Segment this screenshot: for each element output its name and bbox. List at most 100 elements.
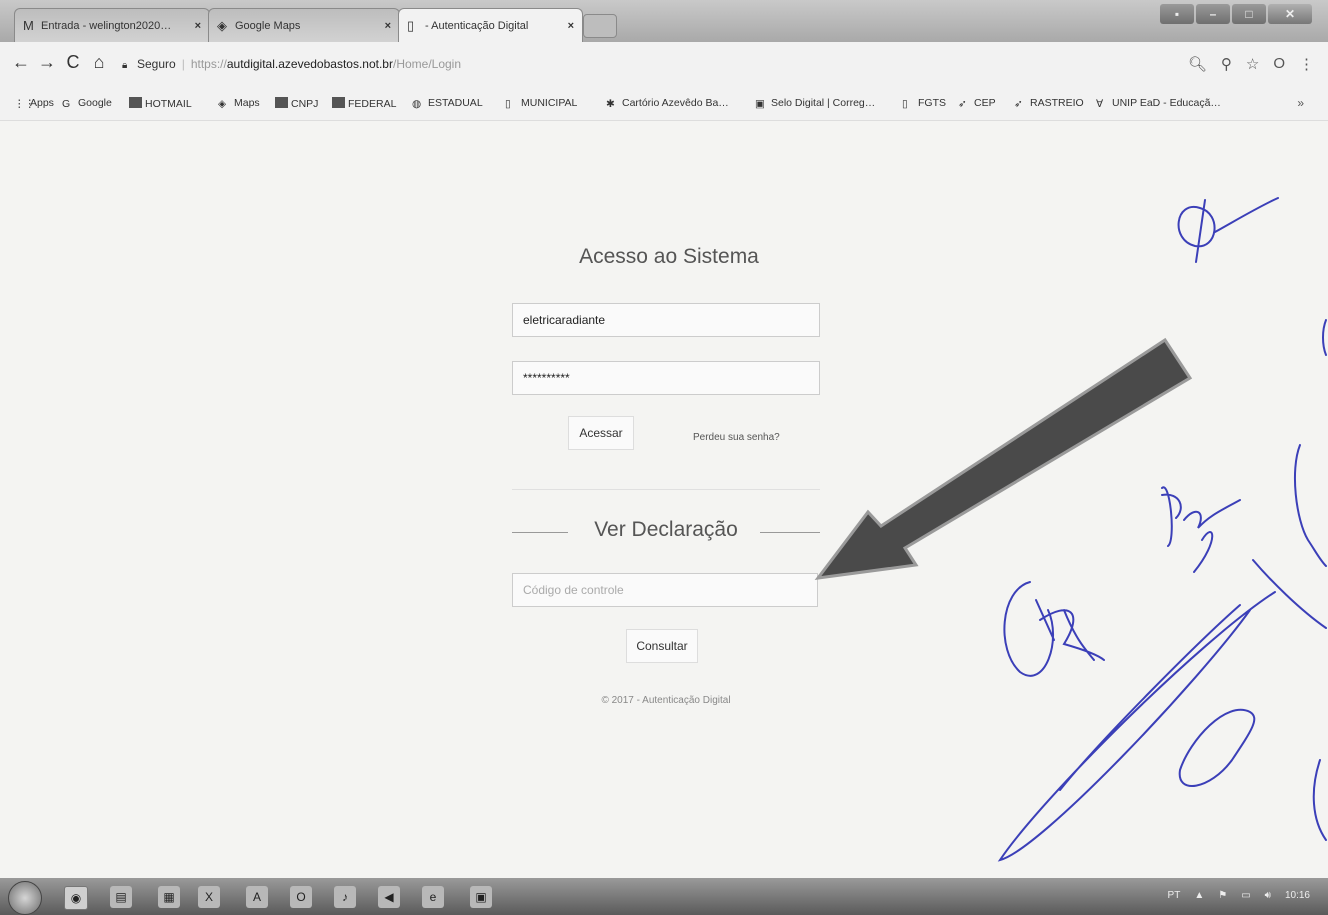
bookmark-label: Google: [78, 97, 112, 109]
home-icon[interactable]: ⌂: [88, 52, 110, 73]
page-icon: ▯: [407, 18, 415, 33]
signature-mark-5: [1178, 708, 1256, 787]
bookmarks-bar: ⋮⋮Apps G Google HOTMAIL ◈ Maps CNPJ FEDERA…: [0, 88, 1328, 121]
bookmark-cartorio[interactable]: ✱ Cartório Azevêdo Ba…: [606, 97, 729, 110]
calculator-icon[interactable]: ▦: [158, 886, 180, 908]
bookmark-label: FGTS: [918, 97, 946, 109]
tab-google-maps[interactable]: ◈ Google Maps ×: [208, 8, 400, 42]
signature-mark-6: [1252, 444, 1327, 629]
copyright-text: © 2017 - Autenticação Digital: [601, 695, 731, 706]
bookmark-cnpj[interactable]: CNPJ: [275, 97, 318, 110]
close-window-icon[interactable]: ✕: [1268, 4, 1312, 24]
forward-icon[interactable]: →: [36, 52, 58, 73]
app-icon[interactable]: ▣: [470, 886, 492, 908]
maps-icon: ◈: [217, 18, 227, 33]
close-icon[interactable]: ×: [195, 9, 201, 42]
secure-label: Seguro: [137, 57, 176, 71]
divider: [512, 489, 820, 490]
bookmark-cep[interactable]: ➶ CEP: [958, 97, 996, 110]
tray-expand-icon[interactable]: ▲: [1194, 890, 1204, 901]
tab-label: - Autenticação Digital: [425, 20, 529, 32]
menu-icon[interactable]: ⋮: [1299, 55, 1314, 73]
gov-icon: [275, 97, 288, 108]
pdf-icon[interactable]: A: [246, 886, 268, 908]
bookmark-municipal[interactable]: ▯ MUNICIPAL: [505, 97, 578, 110]
tab-autenticacao-digital[interactable]: ▯ - Autenticação Digital ×: [398, 8, 583, 42]
clock[interactable]: 10:16: [1285, 890, 1310, 901]
consult-button[interactable]: Consultar: [626, 629, 698, 663]
apps-grid-icon: ⋮⋮: [14, 98, 35, 110]
flag-icon[interactable]: ⚑: [1218, 890, 1227, 901]
maximize-icon[interactable]: □: [1232, 4, 1266, 24]
bookmark-rastreio[interactable]: ➶ RASTREIO: [1014, 97, 1084, 110]
annotation-overlay: [814, 197, 1327, 862]
bookmark-label: HOTMAIL: [145, 98, 192, 110]
password-input[interactable]: [512, 361, 820, 395]
new-tab-button[interactable]: [583, 14, 617, 38]
zoom-icon[interactable]: 🔍︎: [1188, 55, 1207, 73]
bookmark-label: Apps: [30, 97, 54, 109]
signature-marks: [997, 197, 1327, 862]
arrow-app-icon[interactable]: ◀: [378, 886, 400, 908]
bookmark-maps[interactable]: ◈ Maps: [218, 97, 260, 110]
bookmarks-more-button[interactable]: »: [1297, 96, 1304, 110]
title-bar: M Entrada - welington2020… × ◈ Google Ma…: [0, 0, 1328, 42]
chrome-icon[interactable]: ◉: [64, 886, 88, 910]
bookmark-fgts[interactable]: ▯ FGTS: [902, 97, 946, 110]
start-button[interactable]: [8, 881, 42, 915]
browser-toolbar: ← → C ⌂ 🔒︎ Seguro | https://autdigital.azev…: [0, 42, 1328, 89]
bookmark-label: MUNICIPAL: [521, 97, 578, 109]
address-bar[interactable]: 🔒︎ Seguro | https://autdigital.azevedobasto…: [122, 51, 1232, 77]
excel-icon[interactable]: X: [198, 886, 220, 908]
control-code-input[interactable]: [512, 573, 818, 607]
login-button[interactable]: Acessar: [568, 416, 634, 450]
page-icon: ▯: [505, 98, 511, 110]
bookmark-selo-digital[interactable]: ▣ Selo Digital | Correg…: [755, 97, 876, 110]
bookmark-federal[interactable]: FEDERAL: [332, 97, 396, 110]
pin-icon[interactable]: ⚲: [1221, 55, 1232, 73]
window-controls: ▪ – □ ✕: [1160, 4, 1312, 30]
network-icon[interactable]: ▭: [1241, 890, 1250, 901]
bookmark-label: CEP: [974, 97, 996, 109]
arrow-annotation: [814, 337, 1193, 580]
opera-icon[interactable]: O: [1273, 55, 1285, 73]
user-icon[interactable]: ▪: [1160, 4, 1194, 24]
reload-icon[interactable]: C: [62, 52, 84, 73]
username-input[interactable]: [512, 303, 820, 337]
star-icon[interactable]: ☆: [1246, 55, 1259, 73]
url-scheme: https://: [190, 57, 227, 71]
minimize-icon[interactable]: –: [1196, 4, 1230, 24]
tab-label: Google Maps: [235, 20, 301, 32]
separator: |: [181, 57, 185, 71]
signature-mark-7: [1312, 319, 1327, 841]
unip-icon: Ɐ: [1096, 98, 1104, 110]
close-icon[interactable]: ×: [568, 9, 574, 42]
media-icon[interactable]: ♪: [334, 886, 356, 908]
volume-icon[interactable]: 🔊︎: [1265, 890, 1271, 901]
bookmark-google[interactable]: G Google: [62, 97, 112, 110]
language-indicator[interactable]: PT: [1168, 890, 1181, 901]
bookmark-unip-ead[interactable]: Ɐ UNIP EaD - Educaçã…: [1096, 97, 1221, 110]
bookmark-label: CNPJ: [291, 98, 319, 110]
mail-bird-icon: ➶: [1014, 98, 1023, 110]
explorer-icon[interactable]: ▤: [110, 886, 132, 908]
bookmark-estadual[interactable]: ◍ ESTADUAL: [412, 97, 483, 110]
bookmark-hotmail[interactable]: HOTMAIL: [129, 97, 192, 110]
seal-icon: ▣: [755, 98, 765, 110]
bookmark-label: Selo Digital | Correg…: [771, 97, 876, 109]
lock-icon[interactable]: 🔒︎: [122, 53, 132, 79]
signature-mark-2: [1161, 486, 1241, 573]
signature-mark-4: [997, 591, 1276, 862]
close-icon[interactable]: ×: [385, 9, 391, 42]
internet-explorer-icon[interactable]: e: [422, 886, 444, 908]
opera-taskbar-icon[interactable]: O: [290, 886, 312, 908]
maps-icon: ◈: [218, 98, 227, 110]
system-tray: PT ▲ ⚑ ▭ 🔊︎ 10:16: [1168, 890, 1310, 901]
url-host: autdigital.azevedobastos.not.br: [226, 57, 393, 71]
bookmark-label: Maps: [234, 97, 260, 109]
forgot-password-link[interactable]: Perdeu sua senha?: [693, 432, 780, 443]
url-path: /Home/Login: [392, 57, 462, 71]
bookmark-apps[interactable]: ⋮⋮Apps: [14, 97, 54, 110]
back-icon[interactable]: ←: [10, 52, 32, 73]
tab-gmail[interactable]: M Entrada - welington2020… ×: [14, 8, 210, 42]
